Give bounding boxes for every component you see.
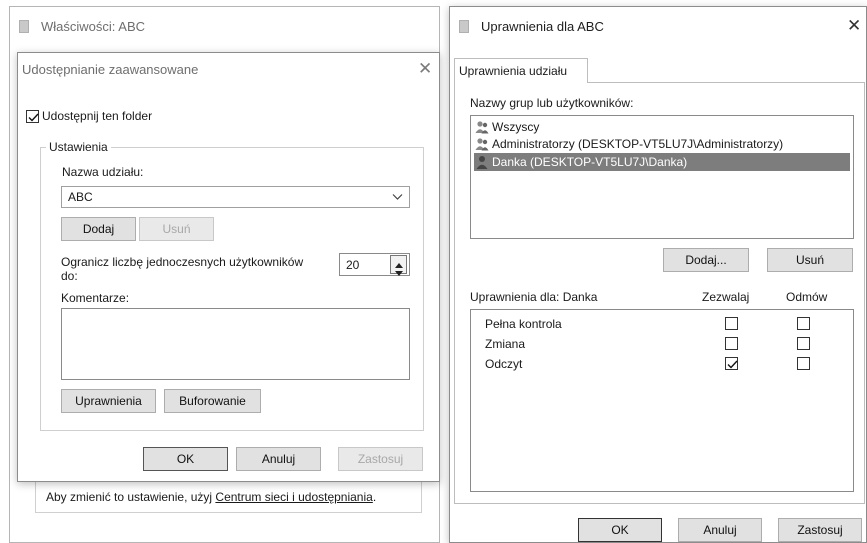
tab-share-permissions[interactable]: Uprawnienia udziału (454, 58, 588, 83)
tab-panel: Nazwy grup lub użytkowników: Wszyscy Adm… (454, 82, 865, 504)
share-folder-label: Udostępnij ten folder (42, 109, 153, 123)
spinner-buttons[interactable] (390, 255, 407, 276)
deny-checkbox[interactable] (797, 357, 810, 370)
share-name-dropdown[interactable]: ABC (61, 186, 410, 208)
group-icon (475, 137, 489, 151)
remove-user-button[interactable]: Usuń (767, 248, 853, 272)
user-name: Wszyscy (492, 120, 540, 134)
permissions-cancel-button[interactable]: Anuluj (678, 518, 762, 542)
folder-icon (19, 20, 29, 33)
group-icon (475, 120, 489, 134)
share-name-label: Nazwa udziału: (62, 165, 144, 179)
advanced-sharing-title-bar[interactable]: Udostępnianie zaawansowane ✕ (18, 53, 439, 85)
share-folder-checkbox[interactable] (26, 110, 39, 123)
checkmark-icon (727, 360, 738, 369)
permissions-button[interactable]: Uprawnienia (61, 389, 156, 413)
properties-title: Właściwości: ABC (41, 19, 146, 34)
list-item[interactable]: Administratorzy (DESKTOP-VT5LU7J\Adminis… (474, 136, 850, 153)
comments-label: Komentarze: (61, 291, 130, 305)
users-listbox[interactable]: Wszyscy Administratorzy (DESKTOP-VT5LU7J… (470, 115, 854, 239)
properties-footer-text: Aby zmienić to ustawienie, użyj Centrum … (46, 490, 377, 504)
permissions-apply-button[interactable]: Zastosuj (778, 518, 862, 542)
network-center-link[interactable]: Centrum sieci i udostępniania (215, 490, 372, 504)
user-icon (475, 155, 489, 169)
permissions-for-label: Uprawnienia dla: Danka (470, 290, 598, 304)
users-list-label: Nazwy grup lub użytkowników: (470, 96, 634, 110)
permission-name: Pełna kontrola (485, 317, 562, 331)
allow-checkbox[interactable] (725, 337, 738, 350)
allow-checkbox[interactable] (725, 317, 738, 330)
close-icon[interactable]: ✕ (847, 16, 861, 36)
advanced-apply-button[interactable]: Zastosuj (338, 447, 423, 471)
limit-users-value: 20 (346, 258, 360, 272)
share-name-value: ABC (68, 190, 93, 204)
limit-users-label-1: Ogranicz liczbę jednoczesnych użytkownik… (61, 255, 304, 269)
folder-icon (459, 20, 469, 33)
deny-column-header: Odmów (786, 290, 828, 304)
comments-textarea[interactable] (61, 308, 410, 380)
user-name: Danka (DESKTOP-VT5LU7J\Danka) (492, 155, 688, 169)
permissions-list: Pełna kontrola Zmiana Odczyt (470, 309, 854, 492)
close-icon[interactable]: ✕ (418, 59, 432, 79)
properties-title-bar[interactable]: Właściwości: ABC (10, 7, 439, 45)
user-name: Administratorzy (DESKTOP-VT5LU7J\Adminis… (492, 137, 784, 151)
add-user-button[interactable]: Dodaj... (663, 248, 749, 272)
add-share-button[interactable]: Dodaj (61, 217, 136, 241)
deny-checkbox[interactable] (797, 317, 810, 330)
list-item-selected[interactable]: Danka (DESKTOP-VT5LU7J\Danka) (474, 153, 850, 171)
allow-checkbox-checked[interactable] (725, 357, 738, 370)
permissions-title-bar[interactable]: Uprawnienia dla ABC ✕ (450, 7, 866, 45)
permission-name: Odczyt (485, 357, 523, 371)
list-item[interactable]: Wszyscy (474, 119, 850, 136)
permissions-ok-button[interactable]: OK (578, 518, 662, 542)
permission-row-change: Zmiana (471, 335, 853, 353)
permissions-title: Uprawnienia dla ABC (481, 19, 604, 34)
allow-column-header: Zezwalaj (702, 290, 750, 304)
advanced-cancel-button[interactable]: Anuluj (236, 447, 321, 471)
permissions-window: Uprawnienia dla ABC ✕ Uprawnienia udział… (449, 6, 867, 543)
advanced-ok-button[interactable]: OK (143, 447, 228, 471)
advanced-sharing-title: Udostępnianie zaawansowane (22, 62, 199, 77)
permission-name: Zmiana (485, 337, 526, 351)
settings-group-legend: Ustawienia (46, 140, 111, 154)
limit-users-label-2: do: (61, 269, 78, 283)
advanced-sharing-dialog: Udostępnianie zaawansowane ✕ Udostępnij … (17, 52, 440, 482)
limit-users-spinner[interactable]: 20 (339, 253, 410, 276)
permission-row-read: Odczyt (471, 355, 853, 373)
permission-row-full-control: Pełna kontrola (471, 315, 853, 333)
checkmark-icon (28, 113, 39, 122)
properties-footer-box: Aby zmienić to ustawienie, użyj Centrum … (35, 481, 422, 513)
spin-down-icon[interactable] (395, 266, 403, 280)
tab-share-permissions-label: Uprawnienia udziału (459, 64, 568, 78)
chevron-down-icon (392, 191, 403, 205)
caching-button[interactable]: Buforowanie (164, 389, 261, 413)
deny-checkbox[interactable] (797, 337, 810, 350)
remove-share-button[interactable]: Usuń (139, 217, 214, 241)
